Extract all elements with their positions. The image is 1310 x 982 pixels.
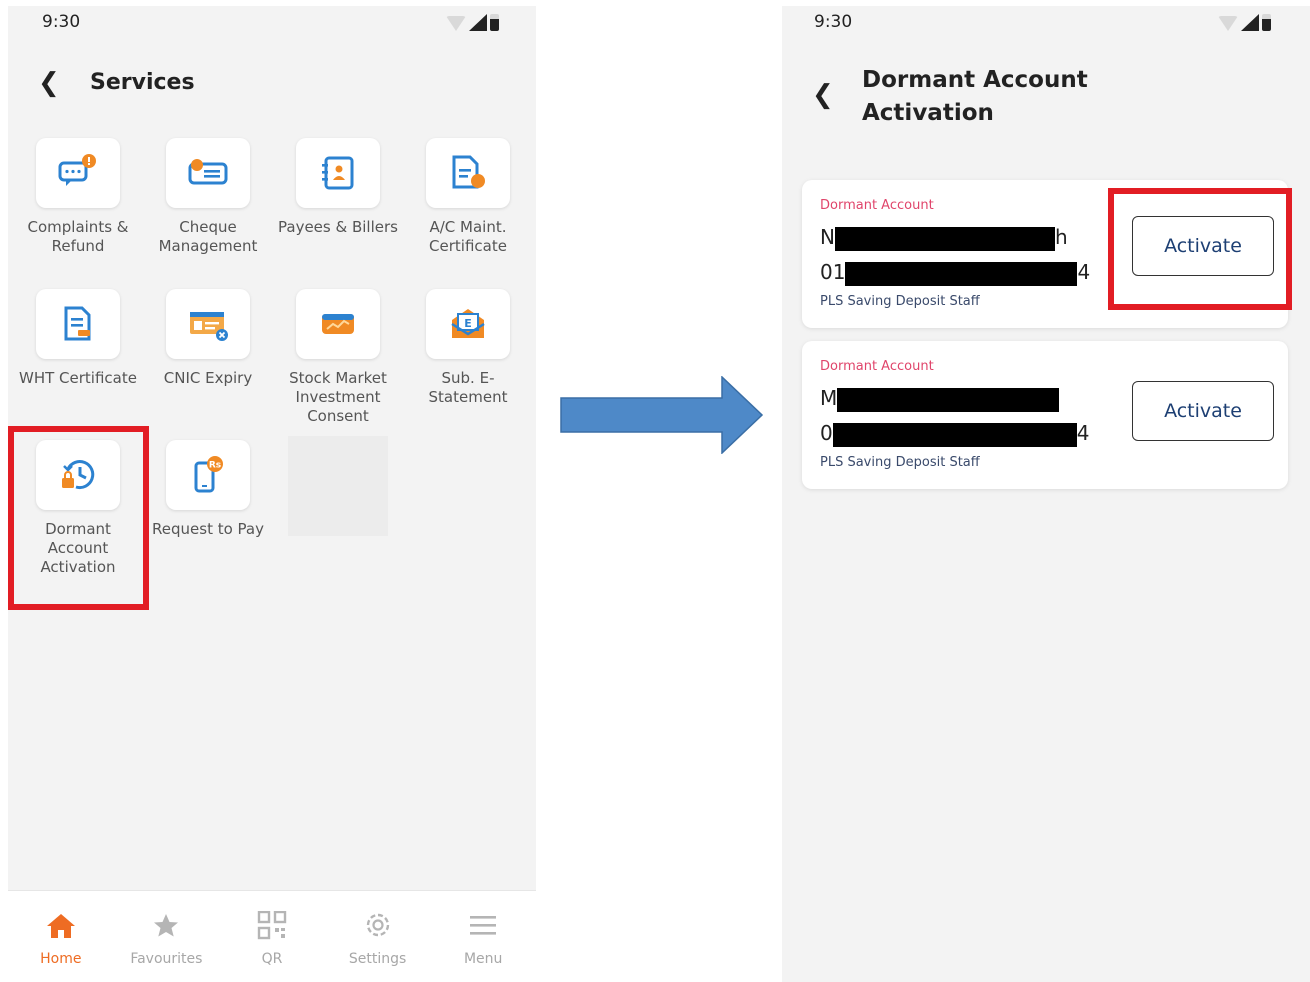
status-icons xyxy=(1218,14,1271,31)
request-pay-icon: Rs xyxy=(194,456,223,493)
account-type: PLS Saving Deposit Staff xyxy=(820,455,980,470)
page-title-line1: Dormant Account xyxy=(862,67,1088,93)
svg-text:Rs: Rs xyxy=(209,461,221,471)
page-title: Dormant Account Activation xyxy=(862,64,1088,130)
service-label: WHT Certificate xyxy=(19,369,137,387)
star-icon xyxy=(154,914,179,937)
empty-tile-placeholder xyxy=(288,436,388,536)
redaction-bar xyxy=(845,261,1078,286)
gear-icon xyxy=(366,913,389,937)
service-ac-maint-certificate[interactable]: A/C Maint. Certificate xyxy=(403,138,533,256)
page-title-line2: Activation xyxy=(862,100,994,126)
highlight-box-dormant-service xyxy=(8,426,149,610)
service-cheque-management[interactable]: Cheque Management xyxy=(143,138,273,256)
account-name-start: M xyxy=(820,386,838,410)
redaction-bar xyxy=(832,422,1077,447)
account-type: PLS Saving Deposit Staff xyxy=(820,294,980,309)
service-label: Request to Pay xyxy=(152,520,264,538)
account-number: 01 4 xyxy=(820,261,1090,286)
estatement-icon: E xyxy=(451,309,485,338)
nav-qr[interactable]: QR xyxy=(219,891,325,982)
service-cnic-expiry[interactable]: CNIC Expiry xyxy=(143,289,273,388)
card-label: Dormant Account xyxy=(820,198,934,213)
status-icons xyxy=(446,14,499,31)
stock-icon xyxy=(322,314,354,334)
transition-arrow xyxy=(560,376,764,454)
nav-label: Home xyxy=(40,951,82,967)
page-title: Services xyxy=(90,70,195,95)
card-label: Dormant Account xyxy=(820,359,934,374)
service-label: A/C Maint. Certificate xyxy=(429,218,507,255)
cnic-icon xyxy=(190,312,228,341)
account-name-end: h xyxy=(1054,225,1068,249)
signal-icon xyxy=(469,14,487,31)
qr-icon xyxy=(257,911,287,940)
battery-icon xyxy=(1262,14,1271,31)
nav-menu[interactable]: Menu xyxy=(430,891,536,982)
nav-label: Settings xyxy=(348,951,407,967)
nav-home[interactable]: Home xyxy=(8,891,114,982)
status-time: 9:30 xyxy=(42,12,81,32)
service-wht-certificate[interactable]: WHT Certificate xyxy=(13,289,143,388)
svg-text:E: E xyxy=(464,317,472,330)
account-name-start: N xyxy=(820,225,835,249)
nav-label: Menu xyxy=(463,951,503,967)
service-payees-billers[interactable]: Payees & Billers xyxy=(273,138,403,237)
redaction-bar xyxy=(834,226,1055,251)
complaint-icon xyxy=(58,154,96,186)
account-number-end: 4 xyxy=(1077,260,1091,284)
account-name: Nh xyxy=(820,226,1068,251)
service-request-to-pay[interactable]: Rs Request to Pay xyxy=(143,440,273,539)
wifi-icon xyxy=(1218,16,1238,31)
menu-icon xyxy=(470,916,497,935)
payees-icon xyxy=(322,156,354,190)
service-complaints-refund[interactable]: Complaints & Refund xyxy=(13,138,143,256)
service-label: Cheque Management xyxy=(158,218,258,255)
wht-icon xyxy=(64,306,91,341)
account-number-start: 01 xyxy=(820,260,846,284)
account-number-end: 4 xyxy=(1076,421,1090,445)
battery-icon xyxy=(490,14,499,31)
certificate-icon xyxy=(452,155,485,189)
service-label: CNIC Expiry xyxy=(163,369,253,387)
home-icon xyxy=(46,914,75,938)
back-button[interactable]: ❮ xyxy=(38,70,60,96)
account-number: 04 xyxy=(820,422,1089,447)
cheque-icon xyxy=(188,159,228,185)
service-label: Stock Market Investment Consent xyxy=(289,369,387,425)
highlight-box-activate xyxy=(1108,188,1292,310)
service-label: Sub. E-Statement xyxy=(428,369,508,406)
dormant-account-card: Dormant Account M 04 PLS Saving Deposit … xyxy=(802,341,1288,489)
back-button[interactable]: ❮ xyxy=(812,82,834,108)
signal-icon xyxy=(1241,14,1259,31)
service-label: Payees & Billers xyxy=(278,218,398,236)
nav-label: QR xyxy=(261,951,283,967)
dormant-activation-screen: 9:30 ❮ Dormant Account Activation Dorman… xyxy=(782,6,1310,982)
redaction-bar xyxy=(837,387,1060,412)
account-name: M xyxy=(820,386,1060,412)
nav-settings[interactable]: Settings xyxy=(325,891,431,982)
status-time: 9:30 xyxy=(814,12,853,32)
service-label: Complaints & Refund xyxy=(27,218,129,255)
service-stock-market[interactable]: Stock Market Investment Consent xyxy=(273,289,403,426)
activate-button[interactable]: Activate xyxy=(1132,381,1274,441)
nav-favourites[interactable]: Favourites xyxy=(114,891,220,982)
account-number-start: 0 xyxy=(820,421,833,445)
bottom-nav: Home Favourites QR Settings Menu xyxy=(8,890,536,982)
nav-label: Favourites xyxy=(130,951,203,967)
service-sub-estatement[interactable]: E Sub. E-Statement xyxy=(403,289,533,407)
services-screen: 9:30 ❮ Services Complaints & Refund Cheq… xyxy=(8,6,536,982)
wifi-icon xyxy=(446,16,466,31)
